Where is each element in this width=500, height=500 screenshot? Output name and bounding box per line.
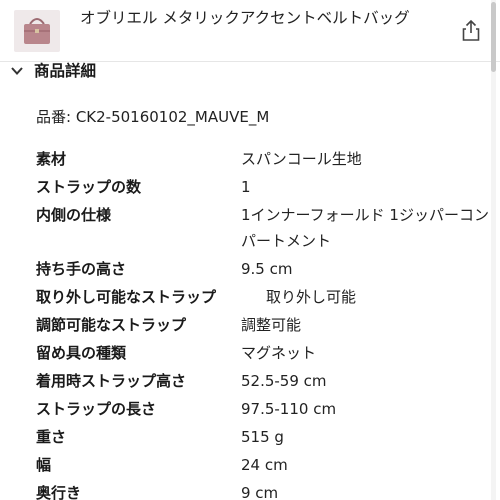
spec-row: 素材 スパンコール生地 — [36, 146, 486, 174]
spec-row: 内側の仕様 1インナーフォールド 1ジッパーコンパートメント — [36, 202, 489, 256]
spec-value: 1インナーフォールド 1ジッパーコンパートメント — [241, 206, 489, 250]
spec-row: 持ち手の高さ 9.5 cm — [36, 256, 486, 284]
spec-label: 重さ — [36, 428, 67, 446]
share-button[interactable] — [458, 18, 484, 44]
spec-value: スパンコール生地 — [241, 150, 362, 168]
spec-value: マグネット — [241, 344, 317, 362]
product-details-toggle[interactable]: 商品詳細 — [10, 60, 210, 84]
spec-row: ストラップの数 1 — [36, 174, 486, 202]
spec-row: 調節可能なストラップ 調整可能 — [36, 312, 486, 340]
section-title: 商品詳細 — [34, 62, 97, 80]
spec-value: 515 g — [241, 428, 284, 446]
spec-label: 着用時ストラップ高さ — [36, 372, 187, 390]
spec-value: 9 cm — [241, 484, 279, 500]
spec-label: 調節可能なストラップ — [36, 316, 187, 334]
spec-row: ストラップの長さ 97.5-110 cm — [36, 396, 486, 424]
chevron-down-icon — [11, 67, 23, 75]
spec-label: 取り外し可能なストラップ — [36, 288, 217, 306]
spec-value: 97.5-110 cm — [241, 400, 337, 418]
spec-value: 取り外し可能 — [266, 288, 357, 306]
spec-value: 24 cm — [241, 456, 288, 474]
product-header: オブリエル メタリックアクセントベルトバッグ — [0, 0, 500, 62]
spec-label: 幅 — [36, 456, 52, 474]
scrollbar-thumb[interactable] — [491, 2, 496, 72]
spec-row: 奥行き 9 cm — [36, 480, 486, 500]
product-thumbnail[interactable] — [14, 10, 60, 52]
spec-value: 調整可能 — [241, 316, 302, 334]
spec-row: 幅 24 cm — [36, 452, 486, 480]
handbag-icon — [24, 18, 50, 44]
spec-label: 奥行き — [36, 484, 82, 500]
spec-value: 52.5-59 cm — [241, 372, 327, 390]
spec-row: 留め具の種類 マグネット — [36, 340, 486, 368]
spec-row: 着用時ストラップ高さ 52.5-59 cm — [36, 368, 486, 396]
spec-label: 内側の仕様 — [36, 206, 112, 224]
sku-number: 品番: CK2-50160102_MAUVE_M — [36, 108, 270, 126]
product-title: オブリエル メタリックアクセントベルトバッグ — [80, 9, 410, 27]
spec-row: 取り外し可能なストラップ 取り外し可能 — [36, 284, 486, 312]
spec-value: 1 — [241, 178, 251, 196]
spec-label: 素材 — [36, 150, 67, 168]
spec-label: 留め具の種類 — [36, 344, 127, 362]
spec-label: 持ち手の高さ — [36, 260, 127, 278]
spec-row: 重さ 515 g — [36, 424, 486, 452]
spec-value: 9.5 cm — [241, 260, 293, 278]
share-icon — [462, 19, 480, 41]
spec-label: ストラップの数 — [36, 178, 142, 196]
spec-label: ストラップの長さ — [36, 400, 157, 418]
spec-table: 素材 スパンコール生地 ストラップの数 1 内側の仕様 1インナーフォールド 1… — [36, 146, 489, 500]
